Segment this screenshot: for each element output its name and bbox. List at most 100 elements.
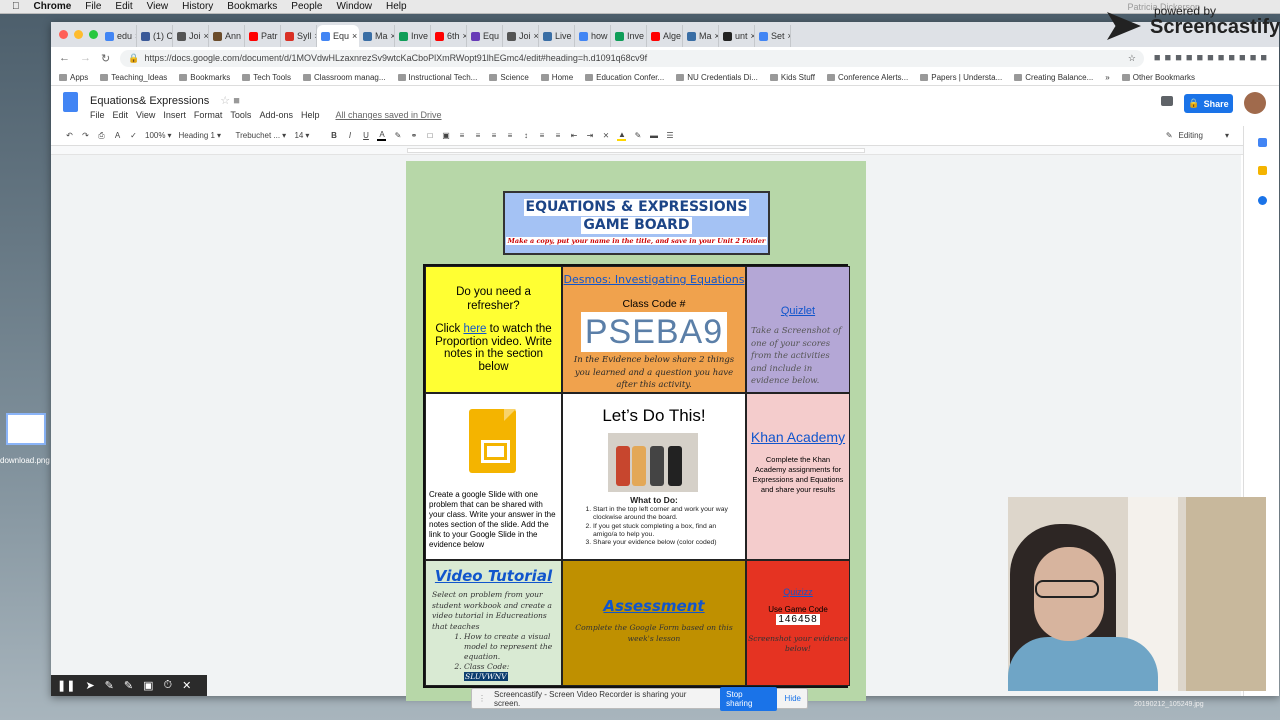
menu-tools[interactable]: Tools [230,110,251,120]
border-width-icon[interactable]: ▬ [649,131,658,140]
bookmark-item[interactable]: Conference Alerts... [826,73,908,82]
calendar-icon[interactable] [1258,138,1267,147]
browser-tab[interactable]: Ann× [209,25,245,47]
doc-title-text[interactable]: Equations& Expressions [90,95,209,107]
browser-tab[interactable]: Inve× [395,25,431,47]
print-icon[interactable]: ⎙ [97,131,106,141]
camera-icon[interactable]: ▣ [143,679,153,692]
highlight-icon[interactable]: ✎ [393,131,402,140]
font-select[interactable]: Trebuchet ... ▾ [235,131,287,140]
apple-icon[interactable]:  [12,1,20,12]
khan-academy-link[interactable]: Khan Academy [747,428,849,446]
bookmark-item[interactable]: Classroom manag... [302,73,386,82]
keep-icon[interactable] [1258,166,1267,175]
tab-close-icon[interactable]: × [534,31,538,41]
bookmark-item[interactable]: Tech Tools [242,73,291,82]
browser-tab[interactable]: Equ× [467,25,503,47]
timer-icon[interactable]: ⏱ [164,679,173,692]
docs-logo-icon[interactable] [63,92,78,112]
zoom-select[interactable]: 100% ▾ [145,131,171,140]
menu-file[interactable]: File [85,1,101,12]
indent-decrease-icon[interactable]: ⇤ [569,131,578,140]
download-thumbnail[interactable] [6,413,46,445]
fill-color-icon[interactable]: ▲ [617,130,627,141]
bold-icon[interactable]: B [329,131,338,140]
redo-icon[interactable]: ↷ [81,131,90,140]
browser-tab[interactable]: 6th× [431,25,467,47]
undo-icon[interactable]: ↶ [65,131,74,140]
star-icon[interactable]: ☆ [220,95,230,107]
quizizz-link[interactable]: Quizizz [747,587,849,597]
avatar[interactable] [1244,92,1266,114]
clear-formatting-icon[interactable]: ⨯ [601,131,610,140]
browser-tab[interactable]: Syll× [281,25,317,47]
align-center-icon[interactable]: ≡ [473,131,482,140]
image-icon[interactable]: ▣ [441,131,450,140]
address-bar[interactable]: 🔒 https://docs.google.com/document/d/1MO… [120,49,1144,67]
menu-format[interactable]: Format [194,110,223,120]
tab-close-icon[interactable]: × [788,31,790,41]
browser-tab[interactable]: how× [575,25,611,47]
bookmark-item[interactable]: Home [540,73,573,82]
menu-window[interactable]: Window [336,1,372,12]
browser-tab[interactable]: Patr× [245,25,281,47]
bulleted-list-icon[interactable]: ≡ [553,131,562,140]
extension-icons[interactable]: ■■■■■■■■■■■ [1154,52,1271,64]
border-color-icon[interactable]: ✎ [633,131,642,140]
hide-button[interactable]: Hide [785,694,801,703]
bookmark-item[interactable]: Creating Balance... [1014,73,1093,82]
bookmark-item[interactable]: Apps [59,73,88,82]
tab-close-icon[interactable]: × [204,31,208,41]
spellcheck-icon[interactable]: A [113,131,122,140]
ruler[interactable] [51,146,1279,155]
indent-increase-icon[interactable]: ⇥ [585,131,594,140]
highlighter-icon[interactable]: ✎ [124,679,133,692]
menu-edit[interactable]: Edit [115,1,132,12]
menu-history[interactable]: History [182,1,213,12]
reload-icon[interactable]: ↻ [101,52,110,65]
close-icon[interactable]: ✕ [182,679,191,692]
menu-insert[interactable]: Insert [163,110,186,120]
save-status[interactable]: All changes saved in Drive [335,110,441,120]
back-icon[interactable]: ← [59,52,70,64]
bookmark-item[interactable]: Instructional Tech... [397,73,477,82]
browser-tab[interactable]: Inve× [611,25,647,47]
browser-tab[interactable]: Equ× [317,25,359,47]
menu-help[interactable]: Help [386,1,407,12]
style-select[interactable]: Heading 1 ▾ [178,131,228,140]
italic-icon[interactable]: I [345,131,354,140]
document-page[interactable]: EQUATIONS & EXPRESSIONS GAME BOARD Make … [406,161,866,701]
here-link[interactable]: here [463,323,486,335]
close-icon[interactable] [59,30,68,39]
menu-people[interactable]: People [291,1,322,12]
bookmark-item[interactable]: Kids Stuff [769,73,815,82]
align-left-icon[interactable]: ≡ [457,131,466,140]
browser-tab[interactable]: Ma× [683,25,719,47]
menu-file[interactable]: File [90,110,105,120]
bookmark-item[interactable]: » [1105,73,1109,82]
paint-format-icon[interactable]: ✓ [129,131,138,140]
link-icon[interactable]: ⚭ [409,131,418,140]
share-button[interactable]: 🔒 Share [1184,94,1233,113]
minimize-icon[interactable] [74,30,83,39]
assessment-link[interactable]: Assessment [563,597,745,615]
numbered-list-icon[interactable]: ≡ [537,131,546,140]
drag-handle-icon[interactable]: ⋮ [478,694,486,703]
quizlet-link[interactable]: Quizlet [751,305,845,317]
text-color-icon[interactable]: A [377,130,387,141]
align-right-icon[interactable]: ≡ [489,131,498,140]
browser-tab[interactable]: Ma× [359,25,395,47]
maximize-icon[interactable] [89,30,98,39]
browser-tab[interactable]: Live× [539,25,575,47]
menu-help[interactable]: Help [301,110,320,120]
menu-view[interactable]: View [147,1,169,12]
forward-icon[interactable]: → [80,52,91,64]
browser-tab[interactable]: Set× [755,25,791,47]
cursor-icon[interactable]: ➤ [85,679,94,692]
browser-tab[interactable]: Joi × [173,25,209,47]
bookmark-item[interactable]: Science [489,73,529,82]
menu-edit[interactable]: Edit [113,110,129,120]
app-menu[interactable]: Chrome [34,1,72,12]
bookmark-item[interactable]: Bookmarks [179,73,230,82]
bookmark-item[interactable]: Teaching_Ideas [100,73,167,82]
